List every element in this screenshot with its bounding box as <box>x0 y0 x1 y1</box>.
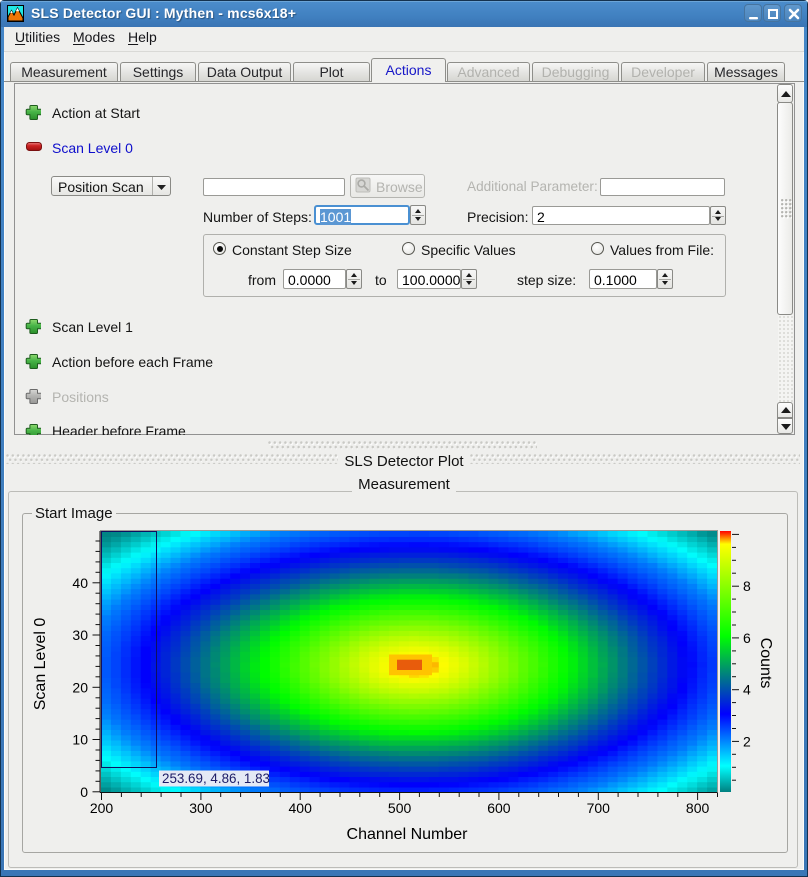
svg-text:6: 6 <box>743 630 751 646</box>
svg-text:600: 600 <box>487 800 511 816</box>
svg-text:4: 4 <box>743 682 751 698</box>
svg-text:20: 20 <box>72 679 88 695</box>
svg-text:253.69, 4.86, 1.83: 253.69, 4.86, 1.83 <box>162 771 270 786</box>
svg-text:10: 10 <box>72 732 88 748</box>
svg-text:400: 400 <box>289 800 313 816</box>
svg-text:8: 8 <box>743 578 751 594</box>
svg-text:30: 30 <box>72 627 88 643</box>
svg-text:800: 800 <box>686 800 710 816</box>
svg-text:40: 40 <box>72 575 88 591</box>
svg-text:500: 500 <box>388 800 412 816</box>
svg-text:2: 2 <box>743 733 751 749</box>
svg-text:Scan Level 0: Scan Level 0 <box>32 618 49 711</box>
svg-text:300: 300 <box>189 800 213 816</box>
svg-text:Channel Number: Channel Number <box>347 826 469 843</box>
svg-text:Counts: Counts <box>757 638 774 689</box>
svg-text:0: 0 <box>80 784 88 800</box>
svg-text:200: 200 <box>90 800 114 816</box>
svg-text:700: 700 <box>587 800 611 816</box>
